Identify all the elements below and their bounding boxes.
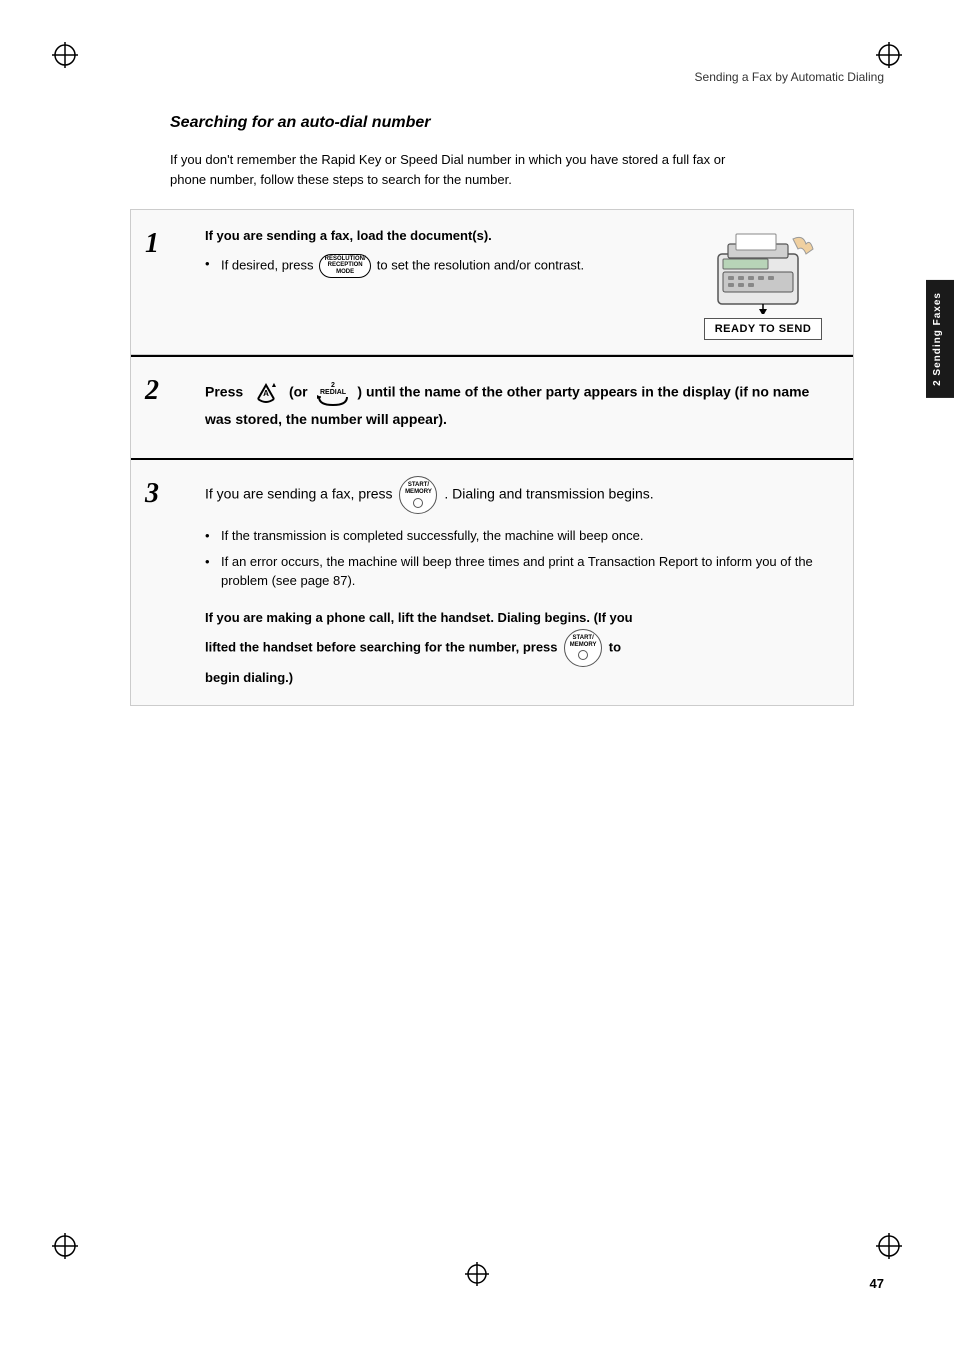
reg-mark-top-right [874, 40, 904, 70]
search-up-arrow-button[interactable]: A ▲ [250, 377, 282, 409]
resolution-reception-mode-button[interactable]: RESOLUTION/ RECEPTION MODE [319, 254, 371, 278]
svg-text:REDIAL: REDIAL [319, 389, 346, 396]
fax-machine-illustration [698, 224, 828, 314]
step-2-content: Press A ▲ (or 2 [191, 357, 853, 458]
step-1-image-area: READY TO SEND [673, 210, 853, 354]
svg-text:A: A [263, 389, 269, 398]
step-3-bullet-1: If the transmission is completed success… [205, 526, 839, 546]
step-3-number: 3 [131, 460, 191, 705]
reg-mark-bottom-center [463, 1260, 491, 1291]
side-tab: 2 Sending Faxes [926, 280, 954, 398]
step-1-bullets: If desired, press RESOLUTION/ RECEPTION … [205, 254, 659, 278]
redial-icon: 2 REDIAL [315, 377, 351, 409]
step-1-content: If you are sending a fax, load the docum… [191, 210, 673, 354]
page-number: 47 [870, 1276, 884, 1291]
step-3-row: 3 If you are sending a fax, press START/… [131, 460, 853, 705]
reg-mark-top-left [50, 40, 80, 70]
page-header: Sending a Fax by Automatic Dialing [70, 60, 884, 84]
steps-container: 1 If you are sending a fax, load the doc… [130, 209, 854, 706]
ready-to-send-display: READY TO SEND [704, 318, 823, 340]
step-3-content: If you are sending a fax, press START/ME… [191, 460, 853, 705]
step-1-number: 1 [131, 210, 191, 354]
step-3-phone-call-text: If you are making a phone call, lift the… [205, 607, 839, 629]
step-1-row: 1 If you are sending a fax, load the doc… [131, 210, 853, 355]
step-2-instruction: Press A ▲ (or 2 [205, 377, 839, 430]
redial-button[interactable]: 2 REDIAL [315, 377, 351, 409]
reg-mark-bottom-right [874, 1231, 904, 1261]
step-3-bullet-2: If an error occurs, the machine will bee… [205, 552, 839, 591]
page: 2 Sending Faxes Sending a Fax by Automat… [0, 0, 954, 1351]
svg-text:2: 2 [331, 382, 335, 389]
svg-text:▲: ▲ [271, 382, 278, 389]
up-arrow-icon: A ▲ [250, 377, 282, 409]
step-2-number: 2 [131, 357, 191, 458]
step-2-row: 2 Press A ▲ (or [131, 357, 853, 460]
section-title: Searching for an auto-dial number [170, 114, 884, 132]
reg-mark-bottom-left [50, 1231, 80, 1261]
start-memory-button-inline-2[interactable]: START/MEMORY [564, 629, 602, 667]
start-memory-button-inline[interactable]: START/MEMORY [399, 476, 437, 514]
step-1-bullet-1: If desired, press RESOLUTION/ RECEPTION … [205, 254, 659, 278]
intro-text: If you don't remember the Rapid Key or S… [170, 150, 730, 189]
step-3-phone-call-text-3: begin dialing.) [205, 667, 839, 689]
step-1-heading: If you are sending a fax, load the docum… [205, 226, 659, 246]
step-3-main-instruction: If you are sending a fax, press START/ME… [205, 476, 839, 514]
step-3-phone-call-text-2: lifted the handset before searching for … [205, 629, 839, 667]
step-3-bullets: If the transmission is completed success… [205, 526, 839, 591]
